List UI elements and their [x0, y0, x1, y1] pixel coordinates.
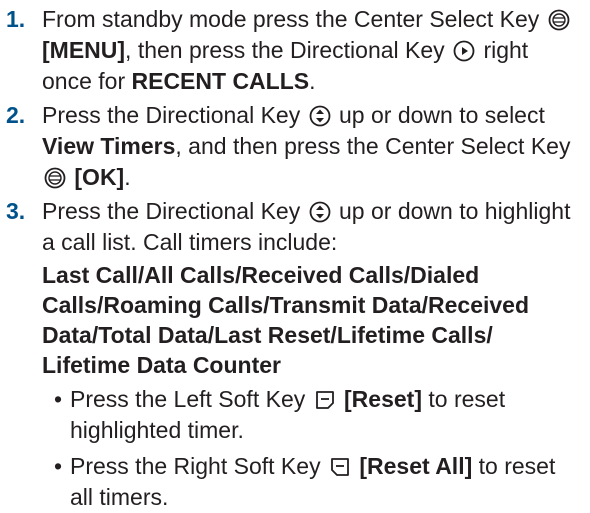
bullet-text: Press the Right Soft Key: [70, 453, 321, 479]
step-text: Press the Directional Key: [42, 198, 301, 224]
step-2: 2. Press the Directional Key up or down …: [0, 100, 590, 193]
recent-calls-label: RECENT CALLS: [131, 68, 310, 94]
bullet-list: • Press the Left Soft Key [Reset] to res…: [42, 384, 576, 513]
reset-all-key-label: [Reset All]: [359, 453, 473, 479]
period: .: [124, 164, 131, 190]
step-text: Press the Directional Key: [42, 102, 301, 128]
step-text: , and then press the Center Select Key: [175, 133, 571, 159]
left-soft-key-icon: [314, 389, 336, 411]
period: .: [309, 68, 316, 94]
directional-up-down-icon: [309, 201, 331, 223]
step-number: 3.: [6, 198, 26, 224]
directional-up-down-icon: [309, 105, 331, 127]
center-select-key-icon: [548, 9, 570, 31]
call-timers-list: Last Call/All Calls/Received Calls/Diale…: [42, 262, 530, 378]
step-text: , then press the Directional Key: [125, 37, 445, 63]
bullet-dot: •: [54, 386, 63, 412]
bullet-dot: •: [54, 453, 63, 479]
right-soft-key-icon: [329, 456, 351, 478]
step-number: 2.: [6, 102, 26, 128]
step-text: up or down to select: [339, 102, 545, 128]
menu-key-label: [MENU]: [42, 37, 126, 63]
step-1: 1. From standby mode press the Center Se…: [0, 4, 590, 97]
ok-key-label: [OK]: [74, 164, 125, 190]
step-text: From standby mode press the Center Selec…: [42, 6, 540, 32]
step-number: 1.: [6, 6, 26, 32]
instructions-page: 1. From standby mode press the Center Se…: [0, 0, 590, 510]
center-select-key-icon: [44, 167, 66, 189]
bullet-reset-all: • Press the Right Soft Key [Reset All] t…: [52, 451, 576, 513]
view-timers-label: View Timers: [42, 133, 176, 159]
directional-right-icon: [453, 40, 475, 62]
step-3: 3. Press the Directional Key up or down …: [0, 196, 590, 513]
reset-key-label: [Reset]: [344, 386, 422, 412]
bullet-reset: • Press the Left Soft Key [Reset] to res…: [52, 384, 576, 446]
bullet-text: Press the Left Soft Key: [70, 386, 306, 412]
